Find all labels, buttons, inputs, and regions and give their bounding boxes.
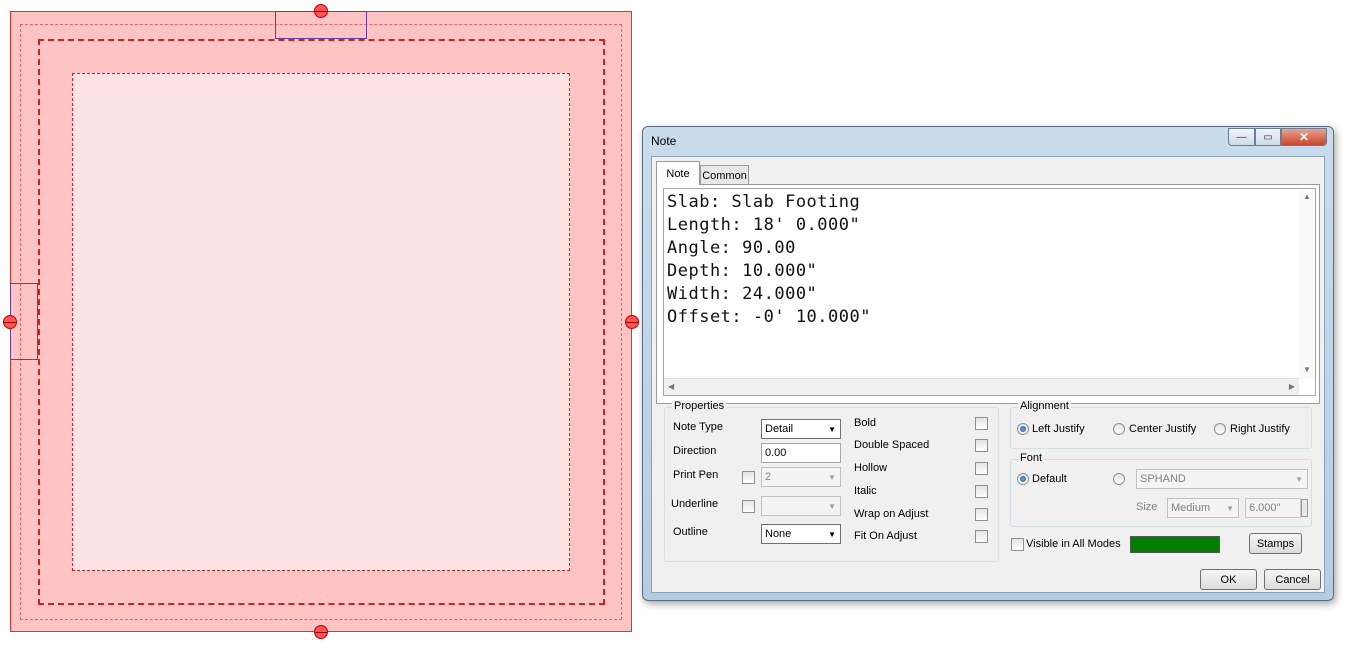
right-justify-radio[interactable] — [1214, 423, 1226, 435]
underline-label: Underline — [671, 498, 719, 510]
note-line: Slab: Slab Footing — [667, 192, 861, 212]
double-spaced-checkbox[interactable] — [975, 439, 988, 452]
alignment-group: Alignment Left Justify Center Justify Ri… — [1010, 400, 1312, 449]
properties-group: Properties Note Type Detail ▼ Direction … — [664, 400, 999, 562]
direction-value: 0.00 — [765, 447, 787, 459]
font-size-value: Medium — [1171, 502, 1211, 514]
print-pen-value: 2 — [765, 471, 772, 483]
maximize-icon: ▭ — [1263, 131, 1273, 143]
cancel-button[interactable]: Cancel — [1264, 569, 1321, 590]
edit-handle-top[interactable] — [314, 4, 328, 18]
direction-label: Direction — [673, 445, 717, 457]
chevron-down-icon: ▼ — [1226, 504, 1234, 513]
print-pen-label: Print Pen — [673, 469, 719, 481]
left-justify-radio[interactable] — [1017, 423, 1029, 435]
close-button[interactable]: ✕ — [1281, 128, 1327, 146]
fit-on-adjust-checkbox[interactable] — [975, 530, 988, 543]
minimize-icon: — — [1236, 131, 1247, 143]
center-justify-radio[interactable] — [1113, 423, 1125, 435]
chevron-down-icon: ▼ — [828, 425, 836, 434]
dialog-client-area: Note Common Slab: Slab Footing Length: 1… — [651, 156, 1325, 593]
hollow-label: Hollow — [854, 462, 888, 474]
underline-checkbox[interactable] — [742, 500, 755, 513]
wrap-on-adjust-label: Wrap on Adjust — [854, 508, 929, 520]
note-text-lines: Slab: Slab Footing Length: 18' 0.000" An… — [667, 191, 871, 329]
note-line: Width: 24.000" — [667, 284, 818, 304]
scroll-right-icon[interactable]: ▶ — [1289, 382, 1295, 391]
drawing-canvas[interactable] — [0, 0, 640, 649]
outline-select[interactable]: None ▼ — [761, 524, 841, 544]
font-group-label: Font — [1018, 452, 1045, 464]
note-line: Length: 18' 0.000" — [667, 215, 861, 235]
bold-checkbox[interactable] — [975, 417, 988, 430]
bold-label: Bold — [854, 417, 877, 429]
font-name-select[interactable]: SPHAND ▼ — [1136, 469, 1308, 489]
font-size-measure-value: 6.000" — [1249, 502, 1281, 514]
note-line: Angle: 90.00 — [667, 238, 796, 258]
color-swatch[interactable] — [1130, 536, 1220, 553]
wrap-on-adjust-checkbox[interactable] — [975, 508, 988, 521]
chevron-down-icon: ▼ — [828, 473, 836, 482]
italic-label: Italic — [854, 485, 877, 497]
note-type-select[interactable]: Detail ▼ — [761, 419, 841, 439]
horizontal-scrollbar[interactable]: ◀ ▶ — [664, 378, 1299, 395]
tab-common[interactable]: Common — [700, 165, 749, 185]
note-type-value: Detail — [765, 423, 794, 435]
chevron-down-icon: ▼ — [1295, 475, 1303, 484]
chevron-down-icon: ▼ — [828, 502, 836, 511]
minimize-button[interactable]: — — [1228, 128, 1255, 146]
direction-input[interactable]: 0.00 — [761, 443, 841, 463]
print-pen-checkbox[interactable] — [742, 471, 755, 484]
font-size-spinner[interactable] — [1301, 499, 1308, 517]
window-buttons: — ▭ ✕ — [1228, 128, 1327, 146]
center-justify-label: Center Justify — [1129, 423, 1197, 435]
maximize-button[interactable]: ▭ — [1255, 128, 1281, 146]
note-line: Offset: -0' 10.000" — [667, 307, 871, 327]
dialog-title: Note — [651, 134, 677, 148]
scroll-up-icon[interactable]: ▲ — [1303, 192, 1311, 201]
scroll-left-icon[interactable]: ◀ — [668, 382, 674, 391]
custom-font-radio[interactable] — [1113, 473, 1125, 485]
close-icon: ✕ — [1298, 130, 1310, 144]
note-text-area[interactable]: Slab: Slab Footing Length: 18' 0.000" An… — [663, 188, 1316, 396]
fit-on-adjust-label: Fit On Adjust — [854, 530, 917, 542]
underline-select[interactable]: ▼ — [761, 496, 841, 516]
edit-handle-left[interactable] — [3, 315, 17, 329]
scroll-down-icon[interactable]: ▼ — [1303, 365, 1311, 374]
italic-checkbox[interactable] — [975, 485, 988, 498]
default-font-radio[interactable] — [1017, 473, 1029, 485]
outline-value: None — [765, 528, 792, 540]
left-justify-label: Left Justify — [1032, 423, 1085, 435]
note-line: Depth: 10.000" — [667, 261, 818, 281]
outline-label: Outline — [673, 526, 708, 538]
font-size-select[interactable]: Medium ▼ — [1167, 498, 1239, 518]
default-font-label: Default — [1032, 473, 1067, 485]
double-spaced-label: Double Spaced — [854, 439, 930, 451]
font-size-label: Size — [1136, 501, 1158, 513]
note-dialog: Note — ▭ ✕ Note Common Slab: Slab Footin… — [642, 126, 1334, 601]
properties-group-label: Properties — [672, 400, 727, 412]
stamps-button[interactable]: Stamps — [1249, 533, 1302, 554]
print-pen-select[interactable]: 2 ▼ — [761, 467, 841, 487]
vertical-scrollbar[interactable]: ▲ ▼ — [1299, 189, 1315, 379]
note-type-label: Note Type — [673, 421, 723, 433]
alignment-group-label: Alignment — [1018, 400, 1071, 412]
edit-handle-bottom[interactable] — [314, 625, 328, 639]
visible-in-all-modes-label: Visible in All Modes — [1026, 538, 1121, 550]
font-group: Font Default SPHAND ▼ Size Medium ▼ 6.00… — [1010, 452, 1312, 527]
edit-handle-right[interactable] — [625, 315, 639, 329]
font-name-value: SPHAND — [1140, 473, 1186, 485]
tab-note[interactable]: Note — [656, 161, 700, 185]
font-size-measure-input[interactable]: 6.000" — [1245, 498, 1301, 518]
visible-in-all-modes-checkbox[interactable] — [1011, 538, 1024, 551]
slab-inner-area — [72, 73, 570, 571]
ok-button[interactable]: OK — [1200, 569, 1257, 590]
right-justify-label: Right Justify — [1230, 423, 1290, 435]
chevron-down-icon: ▼ — [828, 530, 836, 539]
hollow-checkbox[interactable] — [975, 462, 988, 475]
